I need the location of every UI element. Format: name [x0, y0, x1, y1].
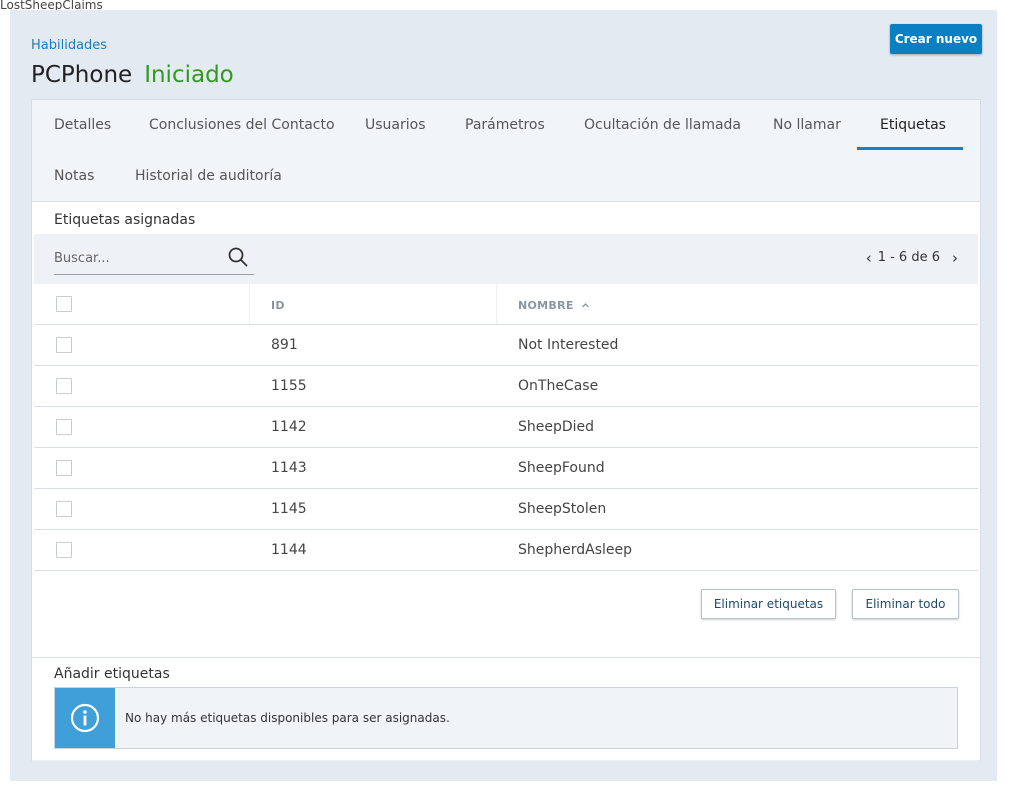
- tab-ocultacion[interactable]: Ocultación de llamada: [584, 117, 741, 133]
- table-row[interactable]: 1144 ShepherdAsleep: [34, 530, 978, 571]
- tab-bar: Detalles Conclusiones del Contacto Usuar…: [32, 100, 980, 202]
- active-tab-indicator: [857, 147, 963, 150]
- table-row[interactable]: 1155 OnTheCase: [34, 366, 978, 407]
- row-checkbox[interactable]: [56, 501, 72, 517]
- row-checkbox[interactable]: [56, 419, 72, 435]
- row-id: 1145: [271, 501, 307, 517]
- remove-tags-button[interactable]: Eliminar etiquetas: [701, 589, 836, 619]
- row-checkbox[interactable]: [56, 460, 72, 476]
- add-tags-title: Añadir etiquetas: [54, 666, 170, 682]
- search-input[interactable]: [54, 246, 214, 270]
- column-header-name-label: NOMBRE: [518, 299, 574, 312]
- row-name: OnTheCase: [518, 378, 599, 394]
- column-header-name[interactable]: NOMBRE: [518, 299, 590, 312]
- tab-etiquetas[interactable]: Etiquetas: [880, 117, 946, 133]
- bottom-divider: [32, 760, 980, 761]
- row-id: 1143: [271, 460, 307, 476]
- search-icon[interactable]: [226, 245, 250, 269]
- assigned-tags-title: Etiquetas asignadas: [54, 212, 196, 228]
- tab-conclusiones[interactable]: Conclusiones del Contacto: [149, 117, 335, 133]
- pagination-range: 1 - 6 de 6: [877, 250, 940, 265]
- table-toolbar: ‹ 1 - 6 de 6 ›: [34, 234, 978, 284]
- table-row[interactable]: 1143 SheepFound: [34, 448, 978, 489]
- chevron-right-icon[interactable]: ›: [946, 250, 964, 265]
- tab-usuarios[interactable]: Usuarios: [365, 117, 426, 133]
- row-name: Not Interested: [518, 337, 619, 353]
- table-row[interactable]: 1142 SheepDied: [34, 407, 978, 448]
- assigned-tags-table: ID NOMBRE 891 Not Interested 1155 OnTheC…: [34, 284, 978, 571]
- tab-historial[interactable]: Historial de auditoría: [135, 168, 282, 184]
- table-row[interactable]: 1145 SheepStolen: [34, 489, 978, 530]
- info-message-box: No hay más etiquetas disponibles para se…: [54, 687, 958, 749]
- row-name: SheepFound: [518, 460, 605, 476]
- page-title: PCPhone: [31, 62, 133, 88]
- column-divider: [249, 284, 250, 324]
- row-id: 891: [271, 337, 298, 353]
- info-icon: [55, 688, 115, 748]
- row-checkbox[interactable]: [56, 337, 72, 353]
- row-name: SheepDied: [518, 419, 595, 435]
- info-message: No hay más etiquetas disponibles para se…: [125, 711, 450, 725]
- tab-no-llamar[interactable]: No llamar: [773, 117, 841, 133]
- pagination: ‹ 1 - 6 de 6 ›: [860, 250, 964, 265]
- table-body: 891 Not Interested 1155 OnTheCase 1142 S…: [34, 325, 978, 571]
- table-header: ID NOMBRE: [34, 284, 978, 325]
- tab-parametros[interactable]: Parámetros: [465, 117, 545, 133]
- row-checkbox[interactable]: [56, 542, 72, 558]
- sort-ascending-icon: [581, 303, 589, 308]
- section-divider: [32, 657, 980, 658]
- column-header-id[interactable]: ID: [271, 299, 285, 312]
- search-box: [54, 240, 254, 275]
- breadcrumb-link[interactable]: Habilidades: [31, 38, 107, 53]
- row-id: 1144: [271, 542, 307, 558]
- skill-panel: Habilidades PCPhone Iniciado Crear nuevo…: [10, 10, 997, 781]
- tab-detalles[interactable]: Detalles: [54, 117, 111, 133]
- table-row[interactable]: 891 Not Interested: [34, 325, 978, 366]
- select-all-checkbox[interactable]: [56, 296, 72, 312]
- background-window-title: LostSheepClaims: [0, 0, 103, 10]
- row-name: SheepStolen: [518, 501, 607, 517]
- chevron-left-icon[interactable]: ‹: [860, 250, 878, 265]
- column-divider: [496, 284, 497, 324]
- row-id: 1155: [271, 378, 307, 394]
- page-title-row: PCPhone Iniciado: [31, 62, 234, 88]
- remove-all-button[interactable]: Eliminar todo: [852, 589, 959, 619]
- status-label: Iniciado: [144, 62, 234, 88]
- tab-notas[interactable]: Notas: [54, 168, 94, 184]
- row-id: 1142: [271, 419, 307, 435]
- create-new-button[interactable]: Crear nuevo: [890, 24, 982, 54]
- row-name: ShepherdAsleep: [518, 542, 633, 558]
- row-checkbox[interactable]: [56, 378, 72, 394]
- content-card: Detalles Conclusiones del Contacto Usuar…: [31, 99, 981, 761]
